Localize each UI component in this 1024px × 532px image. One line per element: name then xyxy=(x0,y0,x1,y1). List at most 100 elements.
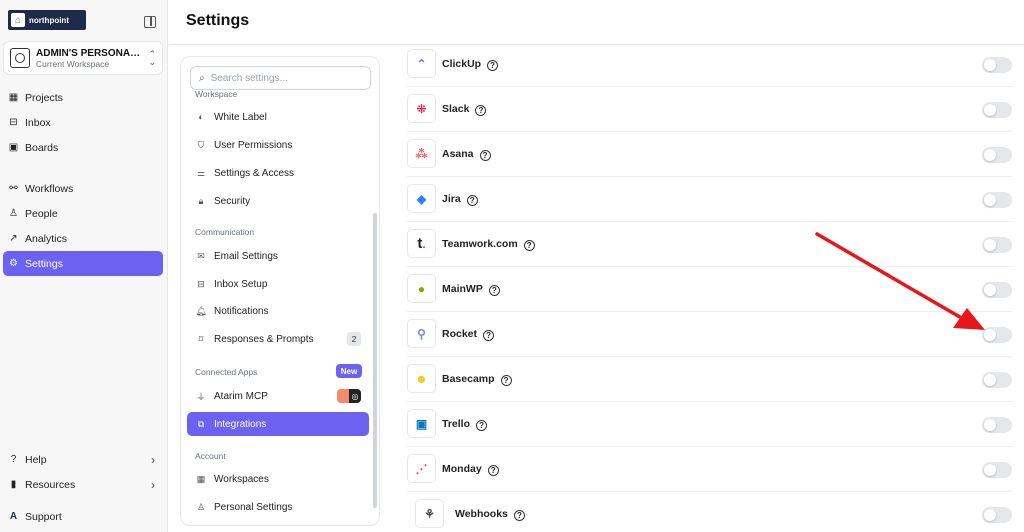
scrollbar[interactable] xyxy=(373,213,377,508)
sidebar-item-label: Resources xyxy=(25,478,76,491)
integration-name: Asana xyxy=(442,148,474,160)
integration-row-webhooks: ⚘ Webhooks? xyxy=(407,492,1012,532)
settings-item-atarim-mcp[interactable]: ⏚ Atarim MCP ◎ xyxy=(187,384,369,408)
integration-name: Webhooks xyxy=(455,508,508,520)
sidebar-item-label: Support xyxy=(25,510,62,523)
board-icon: ▣ xyxy=(8,142,19,153)
integration-name: MainWP xyxy=(442,283,483,295)
mcp-badge: ◎ xyxy=(337,389,361,403)
settings-item-workspaces[interactable]: ▦ Workspaces xyxy=(187,467,369,491)
integration-name: ClickUp xyxy=(442,58,482,70)
settings-item-settings-access[interactable]: ⚌ Settings & Access xyxy=(187,161,369,185)
sidebar-item-people[interactable]: ♙ People xyxy=(3,201,163,226)
lock-icon: 🔒︎ xyxy=(198,195,204,206)
gear-icon: ⚙ xyxy=(9,258,18,269)
inbox-icon: ⊟ xyxy=(197,278,205,289)
help-icon[interactable]: ? xyxy=(523,240,535,251)
section-title-workspace: Workspace xyxy=(195,89,238,99)
integration-toggle[interactable] xyxy=(982,192,1012,208)
new-badge: New xyxy=(336,364,362,378)
sidebar-item-help[interactable]: ? Help › xyxy=(3,447,163,472)
bookmark-icon: ⌑ xyxy=(198,333,204,344)
settings-item-responses-prompts[interactable]: ⌑ Responses & Prompts 2 xyxy=(187,327,369,351)
inbox-icon: ⊟ xyxy=(9,117,18,128)
workspace-subtitle: Current Workspace xyxy=(36,58,110,69)
clickup-icon: ⌃ xyxy=(407,49,436,78)
integration-row-trello: ▣ Trello? xyxy=(407,402,1012,447)
chevron-right-icon: › xyxy=(151,452,155,467)
settings-item-inbox-setup[interactable]: ⊟ Inbox Setup xyxy=(187,272,369,296)
annotation-arrow xyxy=(815,232,985,330)
sidebar-item-label: Workflows xyxy=(25,182,74,195)
section-title-communication: Communication xyxy=(195,227,255,237)
integration-toggle[interactable] xyxy=(982,417,1012,433)
integration-toggle[interactable] xyxy=(982,102,1012,118)
help-icon[interactable]: ? xyxy=(476,420,488,431)
integration-name: Rocket xyxy=(442,328,478,340)
integration-toggle[interactable] xyxy=(982,147,1012,163)
settings-item-white-label[interactable]: ◐ White Label xyxy=(187,105,369,129)
settings-item-integrations[interactable]: ⧉ Integrations xyxy=(187,412,369,436)
integration-row-jira: ◆ Jira? xyxy=(407,177,1012,222)
integration-toggle[interactable] xyxy=(982,507,1012,523)
settings-item-personal-settings[interactable]: ♙ Personal Settings xyxy=(187,495,369,519)
workflow-icon: ⚯ xyxy=(9,183,18,194)
integration-toggle[interactable] xyxy=(982,57,1012,73)
sidebar-item-support[interactable]: A Support xyxy=(3,504,163,529)
workspace-switcher[interactable]: ADMIN'S PERSONAL ... Current Workspace ⌃… xyxy=(3,41,163,75)
help-icon[interactable]: ? xyxy=(487,465,499,476)
help-icon[interactable]: ? xyxy=(466,195,478,206)
settings-item-notifications[interactable]: 🔔︎ Notifications xyxy=(187,299,369,323)
sidebar-item-projects[interactable]: ▦ Projects xyxy=(3,85,163,110)
integration-row-asana: ⁂ Asana? xyxy=(407,132,1012,177)
brand-logo[interactable]: ⌂ northpoint xyxy=(8,10,86,30)
sidebar-item-boards[interactable]: ▣ Boards xyxy=(3,135,163,160)
integration-toggle[interactable] xyxy=(982,462,1012,478)
sidebar-item-label: People xyxy=(25,207,58,220)
integration-name: Teamwork.com xyxy=(442,238,518,250)
chevron-right-icon: › xyxy=(151,477,155,492)
monday-icon: ⋰ xyxy=(407,454,436,483)
integration-name: Trello xyxy=(442,418,471,430)
sliders-icon: ⚌ xyxy=(196,167,206,178)
help-icon[interactable]: ? xyxy=(479,150,491,161)
sidebar-item-settings[interactable]: ⚙ Settings xyxy=(3,251,163,276)
integration-row-basecamp: ☻ Basecamp? xyxy=(407,357,1012,402)
help-icon[interactable]: ? xyxy=(500,375,512,386)
settings-item-user-permissions[interactable]: ⛉ User Permissions xyxy=(187,133,369,157)
sidebar-item-label: Inbox xyxy=(25,116,51,129)
webhooks-icon: ⚘ xyxy=(415,499,444,528)
settings-search[interactable]: ⌕ xyxy=(190,66,371,90)
help-icon[interactable]: ? xyxy=(483,330,495,341)
sidebar-item-workflows[interactable]: ⚯ Workflows xyxy=(3,176,163,201)
responses-count-badge: 2 xyxy=(347,332,361,346)
rocket-icon: ⚲ xyxy=(407,319,436,348)
bars-icon: ▮ xyxy=(10,479,17,490)
person-icon: ♙ xyxy=(9,208,18,219)
teamwork-icon: t. xyxy=(407,229,436,258)
settings-item-security[interactable]: 🔒︎ Security xyxy=(187,189,369,213)
search-icon: ⌕ xyxy=(199,72,205,84)
mainwp-icon: ● xyxy=(407,274,436,303)
sidebar-item-inbox[interactable]: ⊟ Inbox xyxy=(3,110,163,135)
help-icon[interactable]: ? xyxy=(475,105,487,116)
logo-mark-icon: ⌂ xyxy=(11,13,25,27)
search-input[interactable] xyxy=(210,72,361,84)
plug-icon: ⏚ xyxy=(196,391,206,402)
help-icon[interactable]: ? xyxy=(488,285,500,296)
jira-icon: ◆ xyxy=(407,184,436,213)
palette-icon: ◐ xyxy=(198,112,204,122)
sidebar-item-analytics[interactable]: ↗ Analytics xyxy=(3,226,163,251)
help-icon: ? xyxy=(10,454,17,465)
help-icon[interactable]: ? xyxy=(513,510,525,521)
help-icon[interactable]: ? xyxy=(487,60,499,71)
sidebar: ⌂ northpoint ADMIN'S PERSONAL ... Curren… xyxy=(0,0,168,532)
integration-name: Slack xyxy=(442,103,470,115)
section-title-account: Account xyxy=(195,451,226,461)
integration-toggle[interactable] xyxy=(982,372,1012,388)
workspace-icon xyxy=(10,48,30,68)
sidebar-item-label: Boards xyxy=(25,141,59,154)
collapse-sidebar-icon[interactable] xyxy=(144,16,156,28)
settings-item-email-settings[interactable]: ✉ Email Settings xyxy=(187,244,369,268)
sidebar-item-resources[interactable]: ▮ Resources › xyxy=(3,472,163,497)
